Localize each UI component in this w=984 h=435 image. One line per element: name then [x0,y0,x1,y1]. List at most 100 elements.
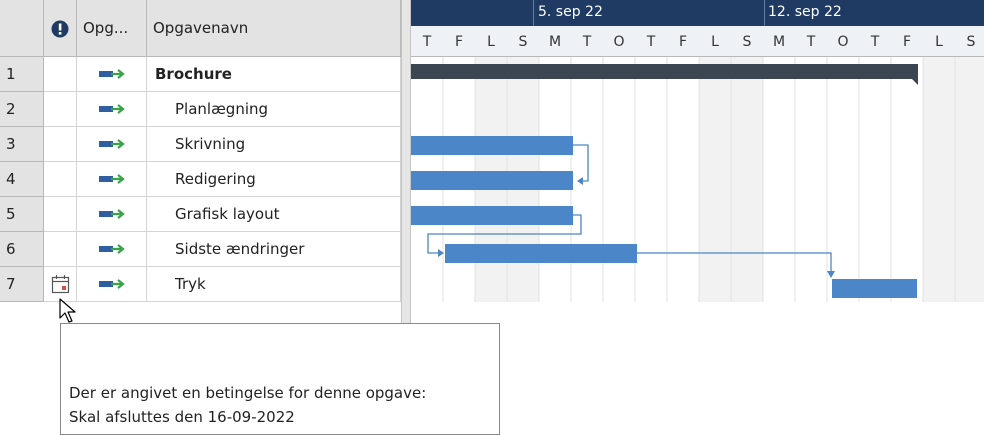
link-arrowhead [577,177,583,185]
day-label: S [966,34,976,50]
auto-scheduled-icon [99,209,125,219]
task-name: Sidste ændringer [175,240,305,258]
task-name-cell[interactable]: Sidste ændringer [147,232,401,267]
row-id: 7 [6,275,16,293]
task-mode-cell[interactable] [77,57,147,92]
row-id: 1 [6,65,16,83]
indicator-cell[interactable] [44,232,77,267]
task-row[interactable]: 3 Skrivning [0,127,401,162]
row-id-cell[interactable]: 1 [0,57,44,92]
day-label: T [646,34,656,50]
constraint-tooltip: Der er angivet en betingelse for denne o… [60,323,500,435]
auto-scheduled-icon [99,244,125,254]
indicator-cell[interactable] [44,92,77,127]
select-all-corner[interactable] [0,0,44,57]
week-divider [764,0,765,26]
task-bar-grafisk-layout[interactable] [411,206,573,225]
day-label: T [422,34,432,50]
task-name: Skrivning [175,135,246,153]
day-label: F [902,34,912,50]
day-label: T [582,34,592,50]
indicator-cell[interactable] [44,162,77,197]
row-id-cell[interactable]: 7 [0,267,44,302]
row-id-cell[interactable]: 3 [0,127,44,162]
day-label: T [806,34,816,50]
day-label: F [454,34,464,50]
day-label: L [487,34,495,50]
task-row[interactable]: 4 Redigering [0,162,401,197]
task-mode-cell[interactable] [77,267,147,302]
weekend-shade [923,57,984,302]
task-mode-cell[interactable] [77,127,147,162]
task-mode-cell[interactable] [77,162,147,197]
task-name: Planlægning [175,100,269,118]
indicators-column-header[interactable] [44,0,77,57]
day-label: T [870,34,880,50]
task-name-cell[interactable]: Brochure [147,57,401,92]
exclamation-info-icon [51,20,69,38]
auto-scheduled-icon [99,139,125,149]
day-label: M [772,34,786,50]
row-id: 5 [6,205,16,223]
task-mode-cell[interactable] [77,232,147,267]
day-label: L [711,34,719,50]
day-label: O [613,34,625,50]
calendar-constraint-icon[interactable] [51,274,71,295]
task-name-cell[interactable]: Redigering [147,162,401,197]
task-name: Brochure [155,65,232,83]
auto-scheduled-icon [99,279,125,289]
task-mode-cell[interactable] [77,92,147,127]
row-id: 2 [6,100,16,118]
day-label: S [518,34,528,50]
row-id-cell[interactable]: 2 [0,92,44,127]
link-arrowhead [827,271,835,278]
task-name: Grafisk layout [175,205,280,223]
auto-scheduled-icon [99,174,125,184]
task-mode-header-label: Opg... [83,19,129,37]
task-bar-skrivning[interactable] [411,136,573,155]
task-row[interactable]: 1 Brochure [0,57,401,92]
week-label: 12. sep 22 [768,4,842,20]
day-label: L [935,34,943,50]
auto-scheduled-icon [99,104,125,114]
mouse-cursor-icon [59,298,76,323]
task-name-cell[interactable]: Grafisk layout [147,197,401,232]
indicator-cell[interactable] [44,197,77,232]
timescale-minor: T F L S M T O T F L S M T O T F L S [411,26,984,57]
task-mode-cell[interactable] [77,197,147,232]
task-name-cell[interactable]: Planlægning [147,92,401,127]
timescale-major: 5. sep 22 12. sep 22 [411,0,984,26]
row-id: 4 [6,170,16,188]
task-row[interactable]: 6 Sidste ændringer [0,232,401,267]
task-name-header-label: Opgavenavn [153,19,249,37]
task-name-cell[interactable]: Skrivning [147,127,401,162]
task-name: Redigering [175,170,256,188]
task-row[interactable]: 5 Grafisk layout [0,197,401,232]
auto-scheduled-icon [99,69,125,79]
indicator-cell[interactable] [44,127,77,162]
tooltip-line-2: Skal afsluttes den 16-09-2022 [69,408,295,426]
task-name-cell[interactable]: Tryk [147,267,401,302]
day-label: O [837,34,849,50]
row-id-cell[interactable]: 5 [0,197,44,232]
row-id: 6 [6,240,16,258]
tooltip-line-1: Der er angivet en betingelse for denne o… [69,384,427,402]
row-id: 3 [6,135,16,153]
task-bar-sidste-aendringer[interactable] [445,244,637,263]
task-row[interactable]: 2 Planlægning [0,92,401,127]
indicator-cell[interactable] [44,267,77,302]
task-bar-redigering[interactable] [411,171,573,190]
day-label: F [678,34,688,50]
task-name: Tryk [175,275,206,293]
week-divider [533,0,534,26]
row-id-cell[interactable]: 4 [0,162,44,197]
task-row[interactable]: 7 Tryk [0,267,401,302]
task-mode-column-header[interactable]: Opg... [77,0,147,57]
day-label: S [742,34,752,50]
task-name-column-header[interactable]: Opgavenavn [147,0,401,57]
indicator-cell[interactable] [44,57,77,92]
week-label: 5. sep 22 [538,4,603,20]
day-label: M [548,34,562,50]
row-id-cell[interactable]: 6 [0,232,44,267]
task-bar-tryk[interactable] [832,279,917,298]
